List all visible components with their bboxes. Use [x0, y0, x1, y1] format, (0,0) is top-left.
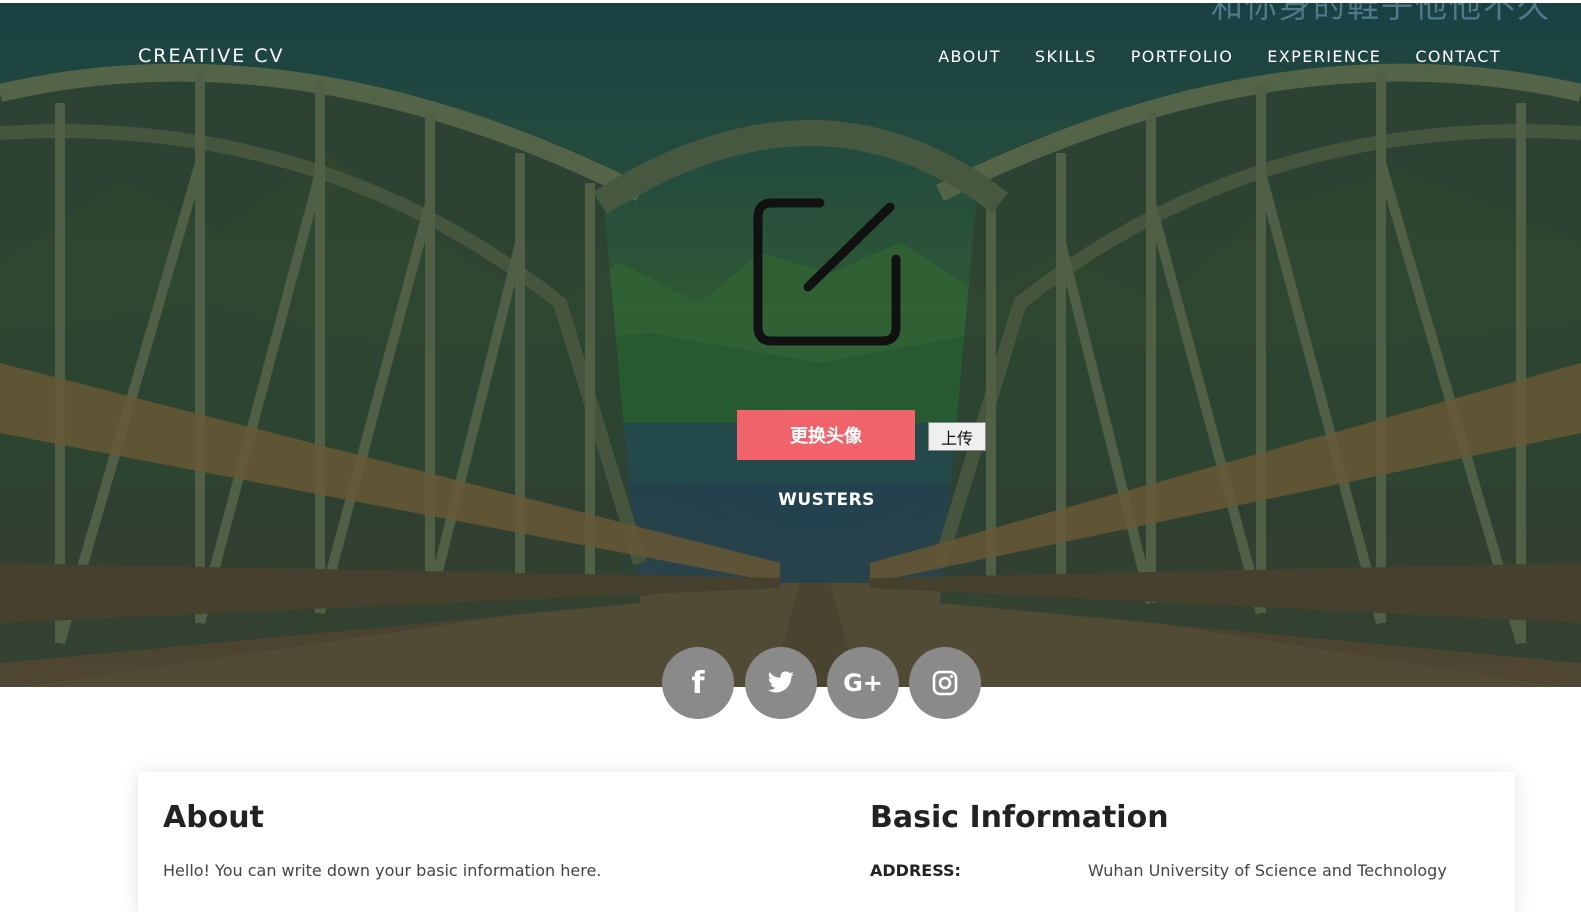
edit-square-icon[interactable] [750, 195, 904, 349]
main-nav: ABOUT SKILLS PORTFOLIO EXPERIENCE CONTAC… [938, 47, 1501, 66]
google-plus-icon: G+ [843, 669, 883, 697]
address-label: ADDRESS: [870, 861, 961, 880]
nav-experience[interactable]: EXPERIENCE [1267, 47, 1381, 66]
twitter-icon [767, 671, 794, 693]
nav-about[interactable]: ABOUT [938, 47, 1001, 66]
instagram-icon [932, 670, 958, 696]
google-plus-button[interactable]: G+ [827, 647, 899, 719]
about-text: Hello! You can write down your basic inf… [163, 861, 602, 880]
about-title: About [163, 800, 265, 835]
basic-info-title: Basic Information [870, 800, 1169, 835]
facebook-icon: f [691, 665, 705, 701]
watermark-text: 和你身的鞋子他他不久 [1210, 0, 1551, 25]
facebook-button[interactable]: f [662, 647, 734, 719]
address-value: Wuhan University of Science and Technolo… [1088, 861, 1447, 880]
nav-portfolio[interactable]: PORTFOLIO [1131, 47, 1234, 66]
hero-section: 和你身的鞋子他他不久 CREATIVE CV ABOUT SKILLS PORT… [0, 0, 1581, 687]
profile-name: WUSTERS [778, 490, 875, 510]
nav-skills[interactable]: SKILLS [1035, 47, 1097, 66]
about-card: About Hello! You can write down your bas… [138, 772, 1515, 912]
upload-button[interactable]: 上传 [928, 422, 986, 451]
twitter-button[interactable] [745, 647, 817, 719]
nav-contact[interactable]: CONTACT [1415, 47, 1501, 66]
brand-logo[interactable]: CREATIVE CV [138, 45, 285, 67]
change-avatar-button[interactable]: 更换头像 [737, 410, 915, 460]
instagram-button[interactable] [909, 647, 981, 719]
